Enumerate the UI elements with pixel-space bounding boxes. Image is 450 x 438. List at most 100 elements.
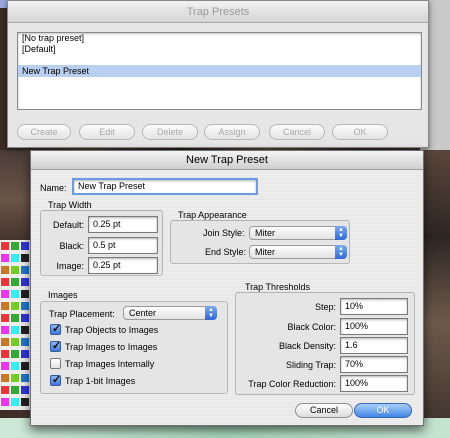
trap-appearance-heading: Trap Appearance (178, 210, 247, 220)
join-style-value: Miter (255, 228, 275, 238)
trap-presets-button-row: Create Edit Delete Assign Cancel OK (17, 124, 422, 140)
color-swatch (21, 302, 29, 310)
color-swatch (11, 362, 19, 370)
black-width-field[interactable]: 0.5 pt (88, 237, 158, 254)
black-density-field[interactable]: 1.6 (340, 337, 408, 354)
color-swatch (21, 290, 29, 298)
trap-images-to-images-label: Trap Images to Images (65, 342, 158, 352)
trap-appearance-group: Join Style: Miter ▲ ▼ End Style: Miter ▲ ▼ (170, 220, 350, 264)
new-trap-preset-title: New Trap Preset (31, 151, 423, 170)
color-swatch (21, 326, 29, 334)
color-swatch (1, 374, 9, 382)
color-swatch (11, 254, 19, 262)
name-field[interactable]: New Trap Preset (72, 178, 258, 195)
new-trap-preset-dialog: New Trap Preset Name: New Trap Preset Tr… (30, 150, 424, 426)
trap-width-group: Default: 0.25 pt Black: 0.5 pt Image: 0.… (40, 210, 163, 276)
color-swatch (1, 314, 9, 322)
color-swatch (21, 242, 29, 250)
presets-cancel-button[interactable]: Cancel (269, 124, 325, 140)
trap-placement-select[interactable]: Center ▲ ▼ (123, 306, 217, 320)
sliding-trap-label: Sliding Trap: (285, 360, 336, 370)
trap-images-internally-label: Trap Images Internally (65, 359, 155, 369)
end-style-select[interactable]: Miter ▲ ▼ (249, 245, 347, 259)
color-swatch (11, 290, 19, 298)
color-swatch (11, 302, 19, 310)
black-color-label: Black Color: (287, 322, 336, 332)
color-swatch (1, 326, 9, 334)
default-width-label: Default: (52, 220, 84, 230)
color-swatch (1, 338, 9, 346)
image-width-field[interactable]: 0.25 pt (88, 257, 158, 274)
trap-placement-label: Trap Placement: (49, 309, 115, 319)
color-swatch (21, 278, 29, 286)
color-swatch (21, 266, 29, 274)
join-style-select[interactable]: Miter ▲ ▼ (249, 226, 347, 240)
black-color-field[interactable]: 100% (340, 318, 408, 335)
preset-item-default[interactable]: [Default] (18, 44, 421, 55)
trap-presets-title: Trap Presets (8, 1, 428, 23)
chevron-up-down-icon: ▲ ▼ (205, 306, 217, 320)
chevron-up-down-icon: ▲ ▼ (335, 226, 347, 240)
trap-presets-list[interactable]: [No trap preset] [Default] New Trap Pres… (17, 32, 422, 110)
trap-thresholds-heading: Trap Thresholds (245, 282, 311, 292)
delete-button[interactable]: Delete (142, 124, 198, 140)
color-swatch (21, 254, 29, 262)
trap-objects-to-images-label: Trap Objects to Images (65, 325, 159, 335)
color-swatch (11, 314, 19, 322)
ok-button[interactable]: OK (354, 403, 412, 418)
default-width-field[interactable]: 0.25 pt (88, 216, 158, 233)
join-style-label: Join Style: (203, 228, 245, 238)
trap-1-bit-images-checkbox[interactable] (50, 373, 61, 386)
preset-item-new-trap-preset[interactable]: New Trap Preset (18, 65, 421, 77)
color-swatch (1, 266, 9, 274)
trap-color-reduction-label: Trap Color Reduction: (248, 379, 336, 389)
color-swatch (1, 350, 9, 358)
color-swatch (11, 242, 19, 250)
color-swatch (21, 386, 29, 394)
color-swatch (21, 374, 29, 382)
color-swatch (1, 290, 9, 298)
background-photo-right (424, 150, 450, 438)
color-swatch (11, 278, 19, 286)
color-swatch (21, 398, 29, 406)
color-swatch (11, 398, 19, 406)
color-swatch (11, 338, 19, 346)
step-label: Step: (314, 302, 336, 312)
trap-1-bit-images-label: Trap 1-bit Images (65, 376, 136, 386)
color-swatch (11, 266, 19, 274)
trap-width-heading: Trap Width (48, 200, 92, 210)
step-field[interactable]: 10% (340, 298, 408, 315)
trap-images-internally-checkbox[interactable] (50, 358, 61, 369)
color-swatch (1, 242, 9, 250)
trap-color-reduction-field[interactable]: 100% (340, 375, 408, 392)
color-swatch (21, 314, 29, 322)
color-swatch (21, 362, 29, 370)
trap-objects-to-images-checkbox[interactable] (50, 322, 61, 335)
assign-button[interactable]: Assign (204, 124, 260, 140)
end-style-label: End Style: (205, 247, 247, 257)
images-heading: Images (48, 290, 78, 300)
black-width-label: Black: (59, 241, 84, 251)
images-group: Trap Placement: Center ▲▼ Trap Objects t… (40, 301, 228, 394)
trap-presets-dialog: Trap Presets [No trap preset] [Default] … (7, 0, 429, 148)
sliding-trap-field[interactable]: 70% (340, 356, 408, 373)
color-swatch (1, 302, 9, 310)
preset-item-no-trap[interactable]: [No trap preset] (18, 33, 421, 44)
trap-placement-value: Center (129, 308, 157, 318)
color-swatch (21, 338, 29, 346)
image-width-label: Image: (56, 261, 84, 271)
chevron-up-down-icon: ▲ ▼ (335, 245, 347, 259)
color-swatch (11, 350, 19, 358)
color-swatch (11, 386, 19, 394)
color-swatch (1, 254, 9, 262)
color-swatch (11, 374, 19, 382)
create-button[interactable]: Create (17, 124, 71, 140)
cancel-button[interactable]: Cancel (295, 403, 353, 418)
background-photo-left (0, 150, 32, 250)
color-swatch (1, 398, 9, 406)
trap-images-to-images-checkbox[interactable] (50, 339, 61, 352)
color-swatch (1, 278, 9, 286)
presets-ok-button[interactable]: OK (332, 124, 388, 140)
edit-button[interactable]: Edit (79, 124, 135, 140)
color-swatch (21, 350, 29, 358)
